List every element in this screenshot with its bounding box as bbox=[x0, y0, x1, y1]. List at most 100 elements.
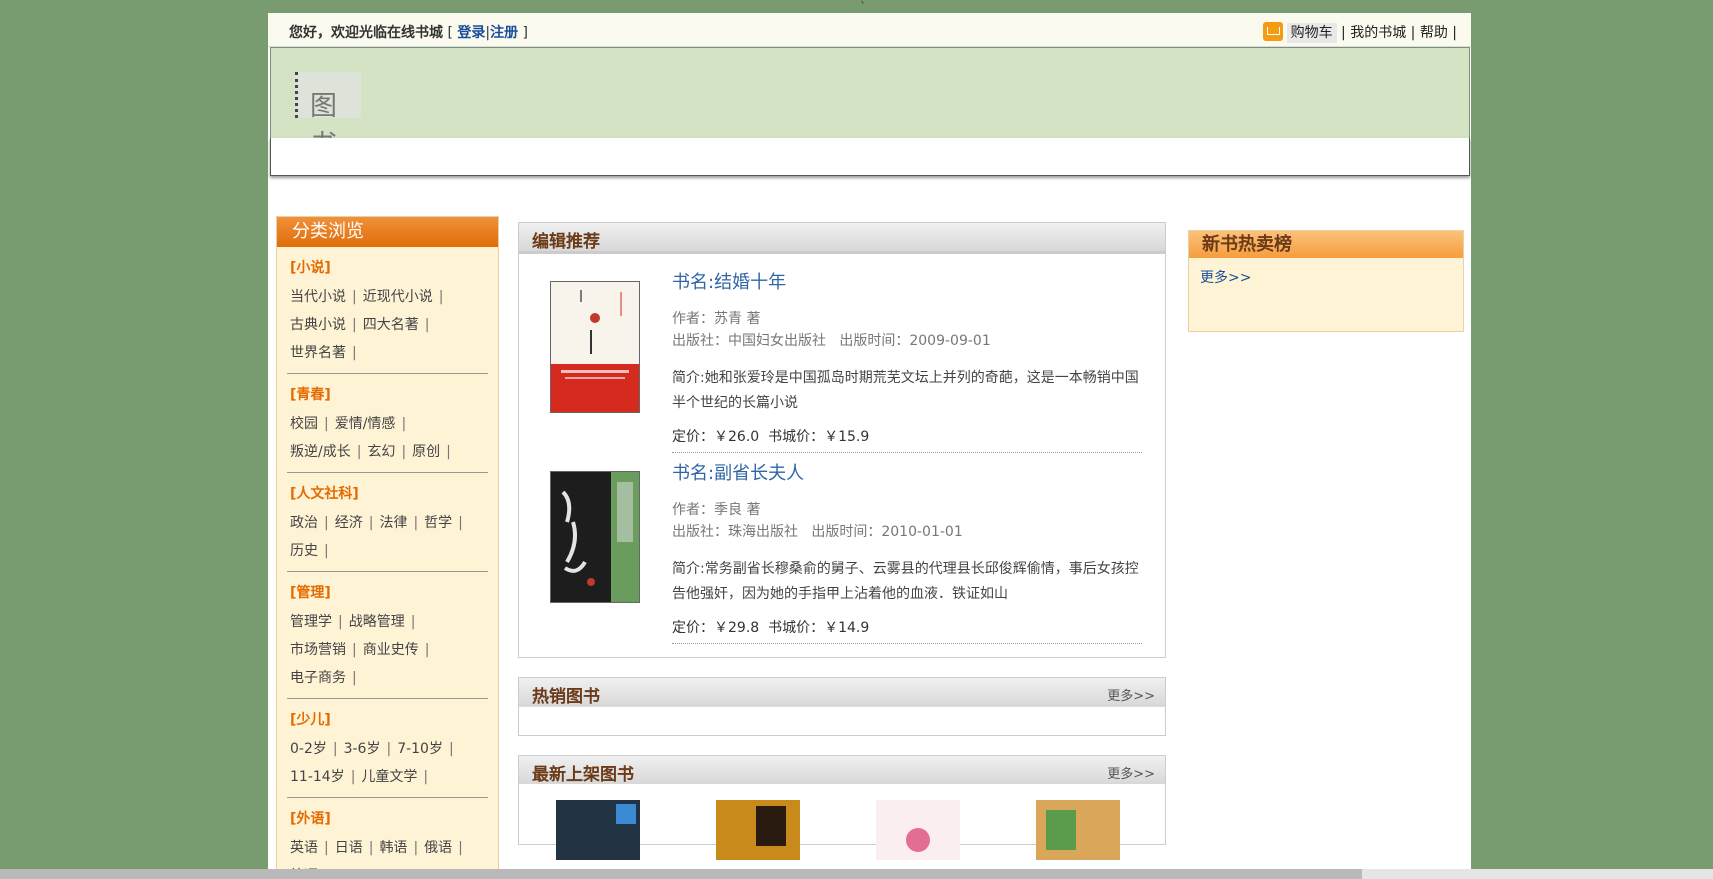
login-link[interactable]: 登录 bbox=[457, 25, 485, 41]
new-books-more-link[interactable]: 更多>> bbox=[1107, 763, 1155, 782]
book-cover[interactable] bbox=[550, 471, 640, 603]
book-author: 作者：苏青 著 bbox=[672, 311, 761, 327]
category-link[interactable]: 11-14岁 bbox=[290, 763, 345, 791]
site-logo[interactable]: 图书 bbox=[295, 72, 361, 161]
category-link[interactable]: 俄语 bbox=[424, 834, 452, 862]
category-title[interactable]: [外语] bbox=[290, 808, 488, 828]
category-title[interactable]: [少儿] bbox=[290, 709, 488, 729]
category-link[interactable]: 叛逆/成长 bbox=[290, 438, 351, 466]
category-link[interactable]: 爱情/情感 bbox=[335, 410, 396, 438]
category-link[interactable]: 战略管理 bbox=[349, 608, 405, 636]
category-link[interactable]: 经济 bbox=[335, 509, 363, 537]
divider: | bbox=[352, 289, 357, 305]
bestseller-title: 新书热卖榜 bbox=[1189, 231, 1463, 258]
category-link[interactable]: 校园 bbox=[290, 410, 318, 438]
category-link[interactable]: 3-6岁 bbox=[344, 735, 381, 763]
category-link[interactable]: 近现代小说 bbox=[363, 283, 433, 311]
category-link[interactable]: 日语 bbox=[335, 834, 363, 862]
divider: | bbox=[448, 741, 454, 757]
divider: | bbox=[413, 840, 419, 856]
new-books-section: 最新上架图书 更多>> bbox=[518, 755, 1166, 860]
book-price: 定价：￥26.0 书城价：￥15.9 bbox=[672, 426, 1142, 453]
category-link[interactable]: 政治 bbox=[290, 509, 318, 537]
welcome-text: 您好，欢迎光临在线书城 bbox=[289, 25, 443, 41]
header-banner: 图书 bbox=[270, 47, 1470, 161]
divider: | bbox=[352, 670, 357, 686]
book-title-link[interactable]: 书名:结婚十年 bbox=[672, 268, 1142, 294]
category-link[interactable]: 英语 bbox=[290, 834, 318, 862]
nav-bar bbox=[270, 138, 1470, 176]
divider: | bbox=[424, 317, 430, 333]
store-price: 书城价：￥15.9 bbox=[768, 429, 870, 445]
category-link[interactable]: 市场营销 bbox=[290, 636, 346, 664]
divider: | bbox=[324, 515, 329, 531]
new-book-cover[interactable] bbox=[1036, 800, 1120, 860]
category-link[interactable]: 管理学 bbox=[290, 608, 332, 636]
divider: | bbox=[401, 416, 407, 432]
divider: | bbox=[423, 769, 429, 785]
category-link[interactable]: 原创 bbox=[412, 438, 440, 466]
divider: | bbox=[368, 515, 374, 531]
book-description: 简介:她和张爱玲是中国孤岛时期荒芜文坛上并列的奇葩，这是一本畅销中国半个世纪的长… bbox=[672, 370, 1139, 411]
category-link[interactable]: 玄幻 bbox=[367, 438, 395, 466]
book-title-link[interactable]: 书名:副省长夫人 bbox=[672, 459, 1142, 485]
my-store-link[interactable]: 我的书城 bbox=[1350, 25, 1406, 41]
category-link[interactable]: 韩语 bbox=[379, 834, 407, 862]
category-title[interactable]: [青春] bbox=[290, 384, 488, 404]
divider: | bbox=[458, 515, 463, 531]
scrollbar-thumb[interactable] bbox=[0, 869, 1362, 879]
cart-icon[interactable] bbox=[1262, 22, 1283, 41]
category-title[interactable]: [管理] bbox=[290, 582, 488, 602]
divider: | bbox=[413, 515, 419, 531]
book-item: 书名:副省长夫人 作者：季良 著 出版社：珠海出版社 出版时间：2010-01-… bbox=[519, 459, 1165, 657]
divider: | bbox=[352, 317, 357, 333]
divider: | bbox=[458, 840, 463, 856]
new-book-cover[interactable] bbox=[876, 800, 960, 860]
book-publisher: 出版社：中国妇女出版社 bbox=[672, 333, 826, 349]
recommend-title: 编辑推荐 bbox=[532, 232, 600, 252]
welcome-area: 您好，欢迎光临在线书城 [ 登录|注册 ] bbox=[289, 22, 528, 42]
new-book-cover[interactable] bbox=[716, 800, 800, 860]
book-cover[interactable] bbox=[550, 281, 640, 413]
book-publisher-line: 出版社：中国妇女出版社 出版时间：2009-09-01 bbox=[672, 330, 1142, 352]
help-link[interactable]: 帮助 bbox=[1420, 25, 1448, 41]
category-group: [人文社科] 政治 | 经济 | 法律 | 哲学 | 历史 | bbox=[287, 473, 488, 572]
hot-books-more-link[interactable]: 更多>> bbox=[1107, 685, 1155, 704]
category-link[interactable]: 当代小说 bbox=[290, 283, 346, 311]
category-link[interactable]: 0-2岁 bbox=[290, 735, 327, 763]
category-link[interactable]: 历史 bbox=[290, 537, 318, 565]
divider: | bbox=[352, 345, 357, 361]
main-content: 编辑推荐 书名:结婚十年 作者：苏青 著 出版社：中国妇女出版社 出版时间：20… bbox=[518, 222, 1166, 864]
category-link[interactable]: 法律 bbox=[379, 509, 407, 537]
category-link[interactable]: 哲学 bbox=[424, 509, 452, 537]
category-title[interactable]: [人文社科] bbox=[290, 483, 488, 503]
new-book-cover[interactable] bbox=[556, 800, 640, 860]
category-link[interactable]: 世界名著 bbox=[290, 339, 346, 367]
category-link[interactable]: 四大名著 bbox=[363, 311, 419, 339]
book-author: 作者：季良 著 bbox=[672, 502, 761, 518]
category-sidebar-title: 分类浏览 bbox=[277, 217, 498, 247]
new-books-title: 最新上架图书 bbox=[532, 765, 634, 785]
divider: | bbox=[350, 769, 356, 785]
bestseller-more-link[interactable]: 更多>> bbox=[1200, 267, 1251, 287]
book-publisher-line: 出版社：珠海出版社 出版时间：2010-01-01 bbox=[672, 521, 1142, 543]
category-link[interactable]: 7-10岁 bbox=[397, 735, 443, 763]
category-title[interactable]: [小说] bbox=[290, 257, 488, 277]
cart-link[interactable]: 购物车 bbox=[1286, 23, 1337, 43]
category-sidebar: 分类浏览 [小说] 当代小说 | 近现代小说 | 古典小说 | 四大名著 | 世界名著 | [青春] 校… bbox=[276, 216, 499, 879]
category-link[interactable]: 儿童文学 bbox=[361, 763, 417, 791]
divider: | bbox=[324, 840, 329, 856]
divider: | bbox=[401, 444, 407, 460]
category-link[interactable]: 商业史传 bbox=[363, 636, 419, 664]
hot-books-title: 热销图书 bbox=[532, 687, 600, 707]
divider: | bbox=[438, 289, 444, 305]
top-bar: 您好，欢迎光临在线书城 [ 登录|注册 ] 购物车 | 我的书城 | 帮助 | bbox=[268, 13, 1471, 47]
top-links: 购物车 | 我的书城 | 帮助 | bbox=[1262, 22, 1457, 43]
category-link[interactable]: 电子商务 bbox=[290, 664, 346, 692]
divider: | bbox=[324, 416, 329, 432]
register-link[interactable]: 注册 bbox=[490, 25, 518, 41]
recommend-section: 编辑推荐 书名:结婚十年 作者：苏青 著 出版社：中国妇女出版社 出版时间：20… bbox=[518, 222, 1166, 658]
book-pubdate: 出版时间：2009-09-01 bbox=[839, 333, 991, 349]
category-link[interactable]: 古典小说 bbox=[290, 311, 346, 339]
new-books-list bbox=[519, 784, 1165, 860]
